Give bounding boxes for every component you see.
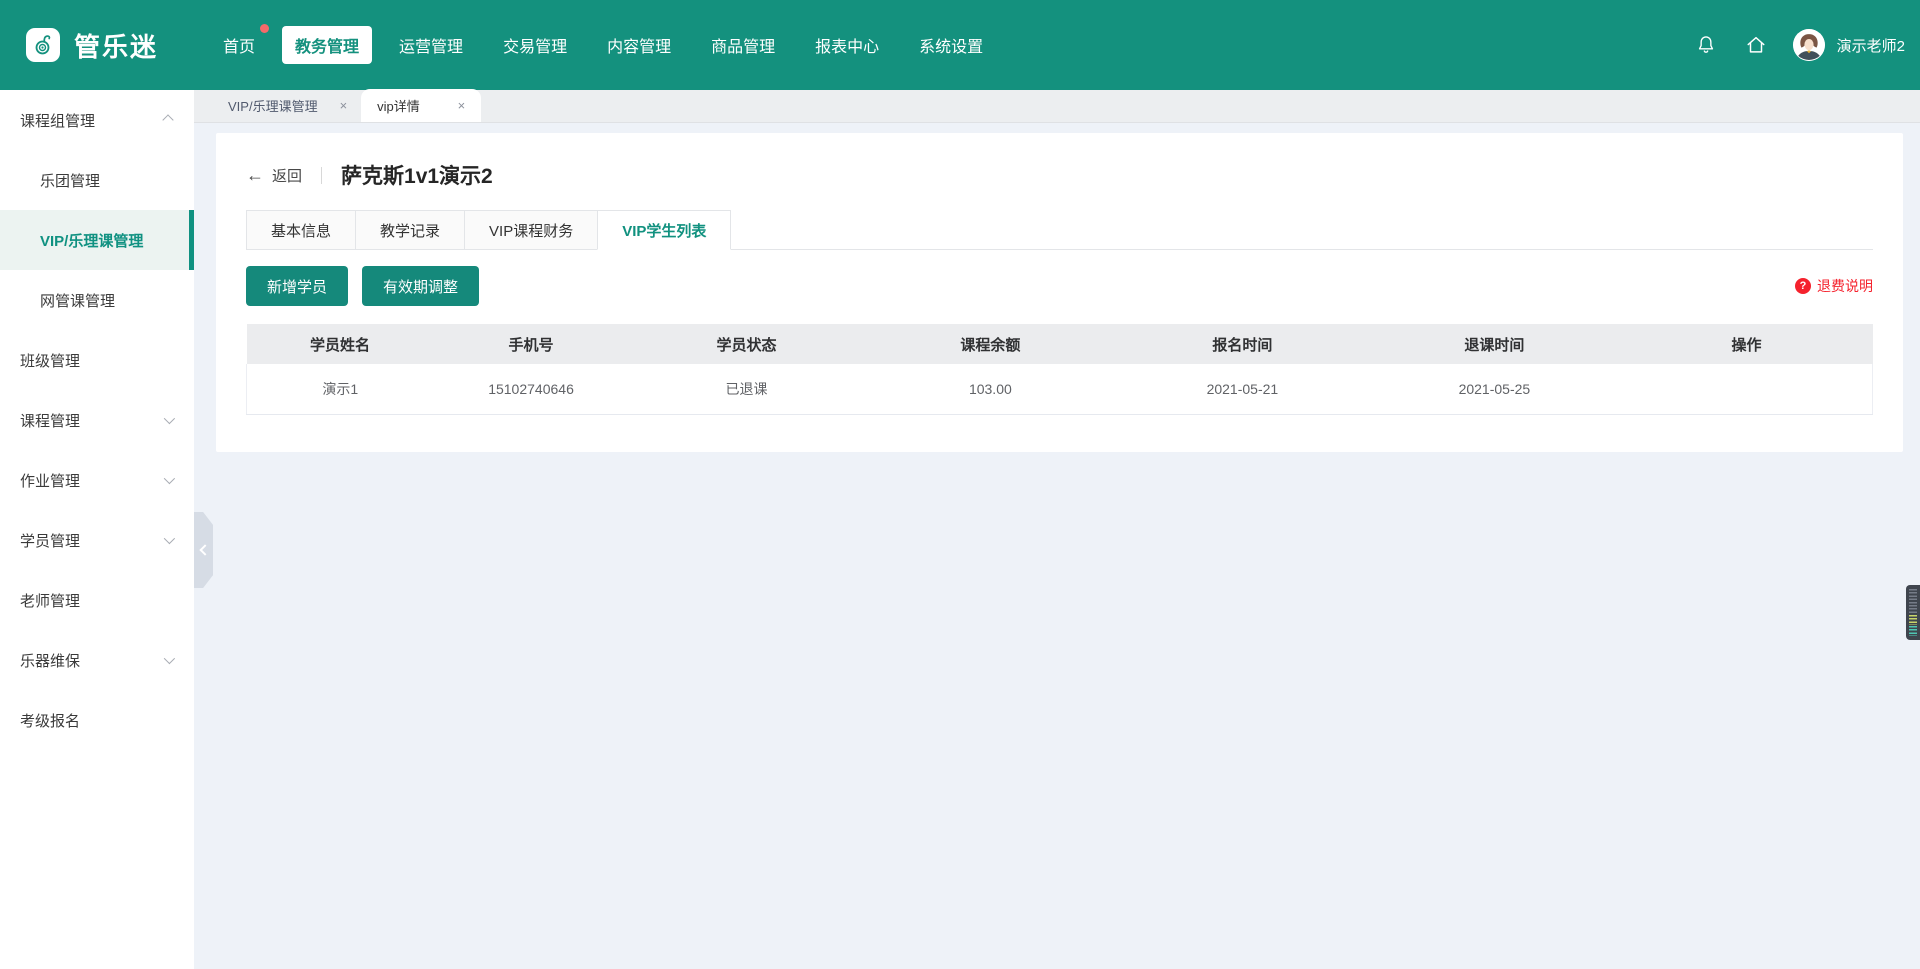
cell-course-balance: 103.00 (864, 364, 1116, 414)
user-name[interactable]: 演示老师2 (1837, 35, 1905, 56)
notification-dot-badge (260, 24, 269, 33)
table-row: 演示1 15102740646 已退课 103.00 2021-05-21 20… (247, 364, 1873, 414)
route-tab-vip-course[interactable]: VIP/乐理课管理 × (214, 89, 361, 122)
col-withdraw-time: 退课时间 (1368, 324, 1620, 364)
tab-vip-student-list[interactable]: VIP学生列表 (597, 210, 731, 250)
sidebar-item-course-mgmt[interactable]: 课程管理 (0, 390, 194, 450)
detail-tabs: 基本信息 教学记录 VIP课程财务 VIP学生列表 (246, 210, 1873, 250)
brand-name: 管乐迷 (74, 27, 158, 64)
chevron-up-icon (162, 114, 173, 125)
cell-register-time: 2021-05-21 (1116, 364, 1368, 414)
minimap-stripes-gray (1909, 589, 1917, 614)
brand-logo-icon (26, 28, 60, 62)
bell-icon[interactable] (1693, 32, 1719, 58)
chevron-down-icon (164, 473, 175, 484)
nav-item-reports[interactable]: 报表中心 (802, 26, 892, 64)
chevron-down-icon (164, 653, 175, 664)
page-title: 萨克斯1v1演示2 (341, 160, 493, 190)
cell-phone: 15102740646 (433, 364, 628, 414)
cell-actions (1620, 364, 1872, 414)
sidebar-item-vip-course[interactable]: VIP/乐理课管理 (0, 210, 194, 270)
main-area: VIP/乐理课管理 × vip详情 × ← 返回 萨克斯 (194, 90, 1920, 969)
minimap-stripes-teal (1909, 626, 1917, 636)
sidebar-item-homework-mgmt[interactable]: 作业管理 (0, 450, 194, 510)
action-row: 新增学员 有效期调整 ? 退费说明 (246, 266, 1873, 306)
sidebar-item-course-group[interactable]: 课程组管理 (0, 90, 194, 150)
cell-withdraw-time: 2021-05-25 (1368, 364, 1620, 414)
sidebar-item-exam-registration[interactable]: 考级报名 (0, 690, 194, 750)
sidebar-item-student-mgmt[interactable]: 学员管理 (0, 510, 194, 570)
top-navigation: 首页 教务管理 运营管理 交易管理 内容管理 商品管理 报表中心 系统设置 (210, 26, 996, 64)
nav-item-goods[interactable]: 商品管理 (698, 26, 788, 64)
col-register-time: 报名时间 (1116, 324, 1368, 364)
top-header: 管乐迷 首页 教务管理 运营管理 交易管理 内容管理 商品管理 报表中心 系统设… (0, 0, 1920, 90)
col-student-status: 学员状态 (629, 324, 865, 364)
detail-card: ← 返回 萨克斯1v1演示2 基本信息 教学记录 VIP课程财务 VIP学生列表 (216, 133, 1903, 452)
tab-basic-info[interactable]: 基本信息 (246, 210, 356, 250)
chevron-left-icon (199, 544, 210, 555)
question-circle-icon: ? (1795, 278, 1811, 294)
adjust-validity-button[interactable]: 有效期调整 (362, 266, 479, 306)
nav-item-home[interactable]: 首页 (210, 26, 268, 64)
refund-note-link[interactable]: ? 退费说明 (1795, 276, 1873, 296)
col-actions: 操作 (1620, 324, 1872, 364)
content-area: ← 返回 萨克斯1v1演示2 基本信息 教学记录 VIP课程财务 VIP学生列表 (194, 123, 1920, 969)
nav-item-academic[interactable]: 教务管理 (282, 26, 372, 64)
vip-student-table: 学员姓名 手机号 学员状态 课程余额 报名时间 退课时间 操作 (246, 324, 1873, 415)
user-avatar[interactable] (1793, 29, 1825, 61)
minimap-stripes-yellow (1909, 615, 1917, 625)
sidebar-collapse-handle[interactable] (194, 512, 213, 588)
col-student-name: 学员姓名 (247, 324, 434, 364)
card-header: ← 返回 萨克斯1v1演示2 (246, 155, 1873, 195)
sidebar: 课程组管理 乐团管理 VIP/乐理课管理 网管课管理 班级管理 课程管理 作业管… (0, 90, 194, 969)
home-icon[interactable] (1743, 32, 1769, 58)
chevron-down-icon (164, 413, 175, 424)
nav-item-transactions[interactable]: 交易管理 (490, 26, 580, 64)
app-screen: 管乐迷 首页 教务管理 运营管理 交易管理 内容管理 商品管理 报表中心 系统设… (0, 0, 1920, 969)
add-student-button[interactable]: 新增学员 (246, 266, 348, 306)
header-right-cluster: 演示老师2 (1693, 29, 1905, 61)
sidebar-item-instrument-maintenance[interactable]: 乐器维保 (0, 630, 194, 690)
header-divider (321, 167, 322, 184)
close-icon[interactable]: × (340, 98, 348, 113)
sidebar-item-class-mgmt[interactable]: 班级管理 (0, 330, 194, 390)
chevron-down-icon (164, 533, 175, 544)
col-phone: 手机号 (433, 324, 628, 364)
col-course-balance: 课程余额 (864, 324, 1116, 364)
tab-vip-course-finance[interactable]: VIP课程财务 (464, 210, 598, 250)
sidebar-item-orchestra[interactable]: 乐团管理 (0, 150, 194, 210)
close-icon[interactable]: × (458, 98, 466, 113)
table-header-row: 学员姓名 手机号 学员状态 课程余额 报名时间 退课时间 操作 (247, 324, 1873, 364)
edge-minimap-widget[interactable] (1906, 585, 1920, 640)
tabs-filler-line (731, 210, 1873, 250)
route-tab-vip-detail[interactable]: vip详情 × (361, 89, 481, 122)
nav-item-operations[interactable]: 运营管理 (386, 26, 476, 64)
cell-student-name: 演示1 (247, 364, 434, 414)
route-tab-bar: VIP/乐理课管理 × vip详情 × (194, 90, 1920, 123)
back-arrow-icon: ← (246, 166, 264, 184)
nav-item-content[interactable]: 内容管理 (594, 26, 684, 64)
sidebar-item-teacher-mgmt[interactable]: 老师管理 (0, 570, 194, 630)
nav-item-settings[interactable]: 系统设置 (906, 26, 996, 64)
tab-teaching-records[interactable]: 教学记录 (355, 210, 465, 250)
back-button[interactable]: ← 返回 (246, 165, 302, 186)
sidebar-item-online-course[interactable]: 网管课管理 (0, 270, 194, 330)
cell-student-status: 已退课 (629, 364, 865, 414)
